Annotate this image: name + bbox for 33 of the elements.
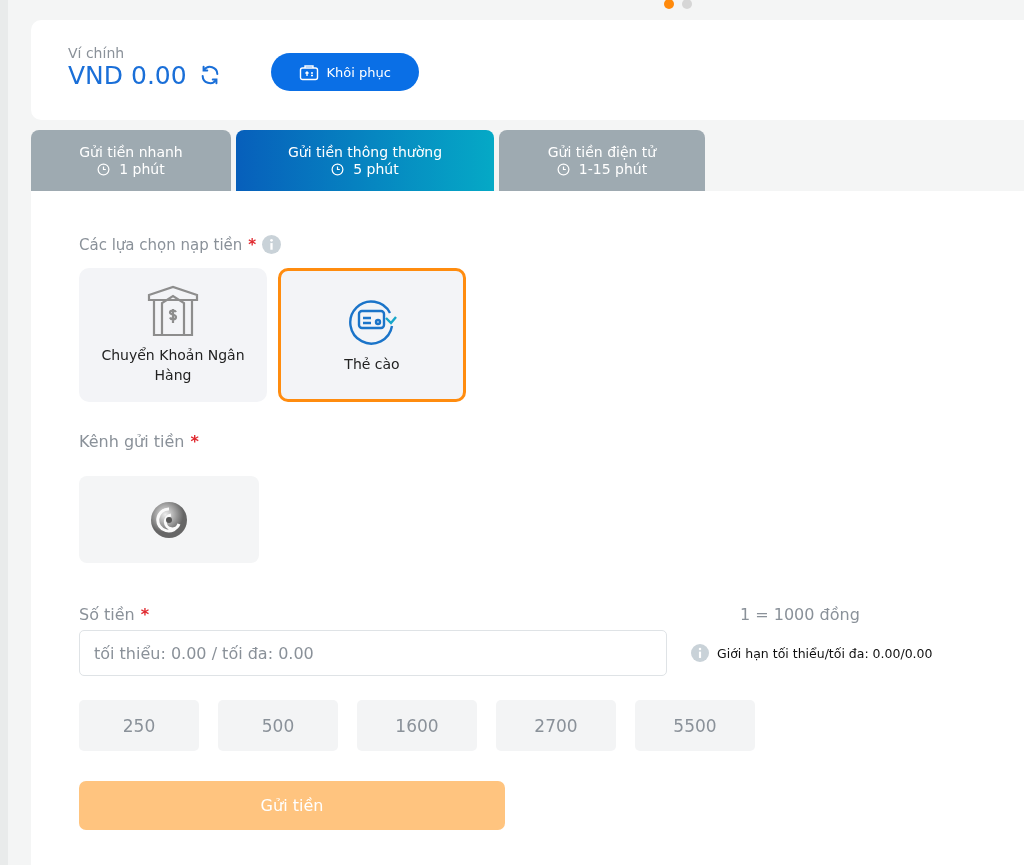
required-mark: * bbox=[190, 432, 199, 451]
carousel-dot[interactable] bbox=[664, 0, 674, 9]
field-label: Số tiền bbox=[79, 605, 135, 624]
clock-icon bbox=[331, 162, 345, 176]
exchange-rate: 1 = 1000 đồng bbox=[740, 605, 860, 624]
clock-icon bbox=[97, 162, 111, 176]
info-icon[interactable] bbox=[262, 235, 282, 254]
amount-input[interactable]: tối thiểu: 0.00 / tối đa: 0.00 bbox=[79, 630, 667, 676]
clock-icon bbox=[556, 162, 570, 176]
restore-button[interactable]: Khôi phục bbox=[270, 53, 419, 91]
field-label: Các lựa chọn nạp tiền bbox=[79, 235, 243, 254]
wallet-balance: VND 0.00 bbox=[68, 60, 187, 90]
deposit-tab[interactable]: Gửi tiền điện tử 1-15 phút bbox=[499, 130, 705, 191]
amount-preset[interactable]: 5500 bbox=[635, 700, 755, 751]
amount-preset[interactable]: 500 bbox=[218, 700, 338, 751]
deposit-option[interactable]: Thẻ cào bbox=[278, 268, 466, 402]
limit-text: Giới hạn tối thiểu/tối đa: 0.00/0.00 bbox=[717, 645, 933, 661]
wallet-label: Ví chính bbox=[68, 44, 126, 61]
field-label: Kênh gửi tiền bbox=[79, 432, 185, 451]
required-mark: * bbox=[140, 605, 150, 624]
deposit-tab[interactable]: Gửi tiền nhanh 1 phút bbox=[31, 130, 231, 191]
amount-preset[interactable]: 250 bbox=[79, 700, 199, 751]
required-mark: * bbox=[248, 235, 257, 254]
deposit-option[interactable]: Chuyển Khoản Ngân Hàng bbox=[79, 268, 267, 402]
bank-icon bbox=[146, 285, 200, 337]
carousel-dot[interactable] bbox=[682, 0, 692, 9]
wallet-icon bbox=[298, 63, 319, 81]
amount-preset[interactable]: 2700 bbox=[496, 700, 616, 751]
amount-preset[interactable]: 1600 bbox=[357, 700, 477, 751]
info-icon bbox=[691, 644, 709, 662]
swirl-logo-icon bbox=[150, 500, 188, 539]
deposit-tab[interactable]: Gửi tiền thông thường 5 phút bbox=[236, 130, 494, 191]
channel-option[interactable] bbox=[79, 476, 259, 563]
